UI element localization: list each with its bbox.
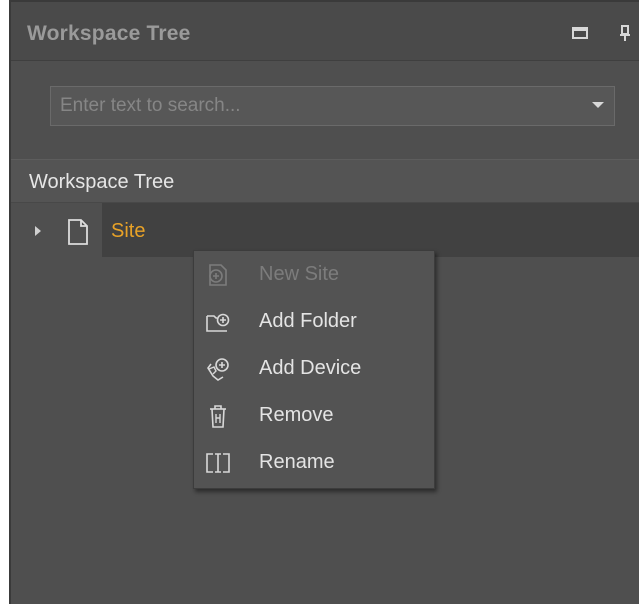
panel-title-bar: Workspace Tree [11, 2, 639, 61]
menu-item-label: Add Device [259, 357, 362, 379]
tree-header-label: Workspace Tree [29, 171, 175, 193]
menu-item-remove[interactable]: Remove [194, 393, 434, 439]
add-folder-icon [205, 309, 231, 335]
menu-item-new-site: New Site [194, 252, 434, 298]
menu-item-label: New Site [259, 263, 340, 285]
search-combobox[interactable] [50, 86, 615, 126]
dropdown-arrow-icon[interactable] [592, 102, 604, 108]
rename-icon [205, 450, 231, 476]
expand-arrow-icon[interactable] [35, 226, 41, 236]
menu-item-add-device[interactable]: Add Device [194, 346, 434, 392]
tree-node-site[interactable]: Site [11, 203, 639, 257]
menu-item-rename[interactable]: Rename [194, 440, 434, 486]
menu-item-label: Remove [259, 404, 334, 426]
menu-item-label: Rename [259, 451, 335, 473]
menu-item-add-folder[interactable]: Add Folder [194, 299, 434, 345]
menu-item-label: Add Folder [259, 310, 357, 332]
new-site-icon [205, 262, 231, 288]
context-menu: New Site Add Folder Add Device Remove Re… [193, 250, 435, 489]
tree-node-selection-highlight [102, 203, 639, 257]
panel-title: Workspace Tree [27, 22, 191, 45]
pin-icon[interactable] [617, 24, 635, 42]
workspace-tree-panel: Workspace Tree Workspace Tree [9, 0, 639, 604]
add-device-icon [205, 356, 231, 382]
trash-icon [205, 403, 231, 429]
tree-header: Workspace Tree [11, 159, 639, 203]
tree-node-label[interactable]: Site [111, 220, 145, 243]
document-icon [67, 219, 89, 245]
restore-icon[interactable] [571, 24, 589, 42]
search-input[interactable] [51, 87, 571, 125]
